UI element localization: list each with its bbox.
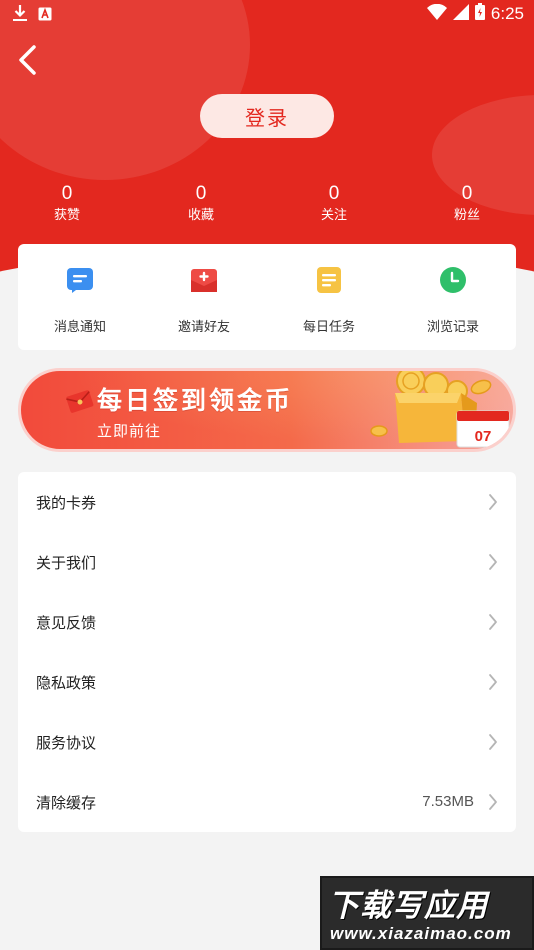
menu-item-clear-cache[interactable]: 清除缓存 7.53MB	[18, 772, 516, 832]
watermark-title: 下载写应用	[328, 888, 488, 924]
chevron-left-icon	[17, 45, 37, 79]
chevron-right-icon	[488, 792, 498, 812]
stat-favorites-value: 0	[195, 183, 207, 204]
stat-likes-value: 0	[61, 183, 73, 204]
signal-icon	[452, 3, 469, 24]
banner-subtitle: 立即前往	[97, 422, 162, 440]
quick-action-invite[interactable]: 邀请好友	[142, 244, 266, 350]
menu-item-label: 隐私政策	[36, 674, 97, 692]
battery-icon	[474, 3, 485, 24]
menu-item-label: 服务协议	[36, 734, 97, 752]
banner-title: 每日签到领金币	[97, 386, 294, 415]
watermark-url: www.xiazaimao.com	[330, 924, 512, 943]
quick-action-history[interactable]: 浏览记录	[391, 244, 515, 350]
profile-header: 6:25 登录 0 获赞 0 收藏 0 关注 0 粉丝	[0, 0, 534, 272]
site-watermark: 下载写应用 www.xiazaimao.com	[320, 876, 534, 950]
status-time: 6:25	[490, 3, 524, 23]
daily-checkin-banner[interactable]: 每日签到领金币 立即前往 07	[18, 368, 516, 452]
quick-action-label: 消息通知	[53, 320, 106, 335]
calendar-day: 07	[475, 428, 492, 445]
chevron-right-icon	[488, 672, 498, 692]
app-notification-icon	[38, 6, 52, 25]
menu-item-terms[interactable]: 服务协议	[18, 712, 516, 772]
wifi-icon	[426, 3, 447, 24]
quick-action-label: 浏览记录	[426, 320, 479, 335]
menu-item-label: 清除缓存	[36, 794, 97, 812]
menu-item-label: 我的卡券	[36, 494, 97, 512]
stat-following-value: 0	[328, 183, 340, 204]
stat-likes[interactable]: 0 获赞	[27, 182, 107, 226]
stat-favorites-label: 收藏	[187, 208, 214, 223]
menu-item-label: 意见反馈	[36, 614, 97, 632]
login-button[interactable]: 登录	[200, 94, 334, 138]
stat-following-label: 关注	[320, 208, 347, 223]
menu-item-label: 关于我们	[36, 554, 97, 572]
stat-followers[interactable]: 0 粉丝	[427, 182, 507, 226]
stat-likes-label: 获赞	[53, 208, 80, 223]
quick-action-label: 邀请好友	[177, 320, 230, 335]
chevron-right-icon	[488, 552, 498, 572]
stats-row: 0 获赞 0 收藏 0 关注 0 粉丝	[0, 182, 534, 230]
quick-action-messages[interactable]: 消息通知	[18, 244, 142, 350]
gold-coin-box-icon: 07	[361, 371, 513, 449]
menu-item-feedback[interactable]: 意见反馈	[18, 592, 516, 652]
stat-followers-value: 0	[461, 183, 473, 204]
status-bar: 6:25	[0, 0, 534, 28]
quick-action-tasks[interactable]: 每日任务	[267, 244, 391, 350]
settings-menu: 我的卡券 关于我们 意见反馈 隐私政策 服务协议 清除缓存 7.53MB	[18, 472, 516, 832]
chevron-right-icon	[488, 492, 498, 512]
stat-following[interactable]: 0 关注	[294, 182, 374, 226]
invite-envelope-icon	[190, 266, 218, 294]
chevron-right-icon	[488, 732, 498, 752]
quick-actions-card: 消息通知 邀请好友 每日任务 浏览记录	[18, 244, 516, 350]
task-icon	[315, 266, 343, 294]
menu-item-about[interactable]: 关于我们	[18, 532, 516, 592]
stat-followers-label: 粉丝	[453, 208, 480, 223]
stat-favorites[interactable]: 0 收藏	[161, 182, 241, 226]
quick-action-label: 每日任务	[302, 320, 355, 335]
download-icon	[12, 4, 28, 26]
back-button[interactable]	[12, 44, 42, 80]
message-icon	[66, 266, 94, 294]
clock-icon	[439, 266, 467, 294]
chevron-right-icon	[488, 612, 498, 632]
menu-item-privacy[interactable]: 隐私政策	[18, 652, 516, 712]
red-envelope-icon	[65, 389, 95, 419]
menu-item-coupons[interactable]: 我的卡券	[18, 472, 516, 532]
cache-size-value: 7.53MB	[422, 793, 474, 810]
